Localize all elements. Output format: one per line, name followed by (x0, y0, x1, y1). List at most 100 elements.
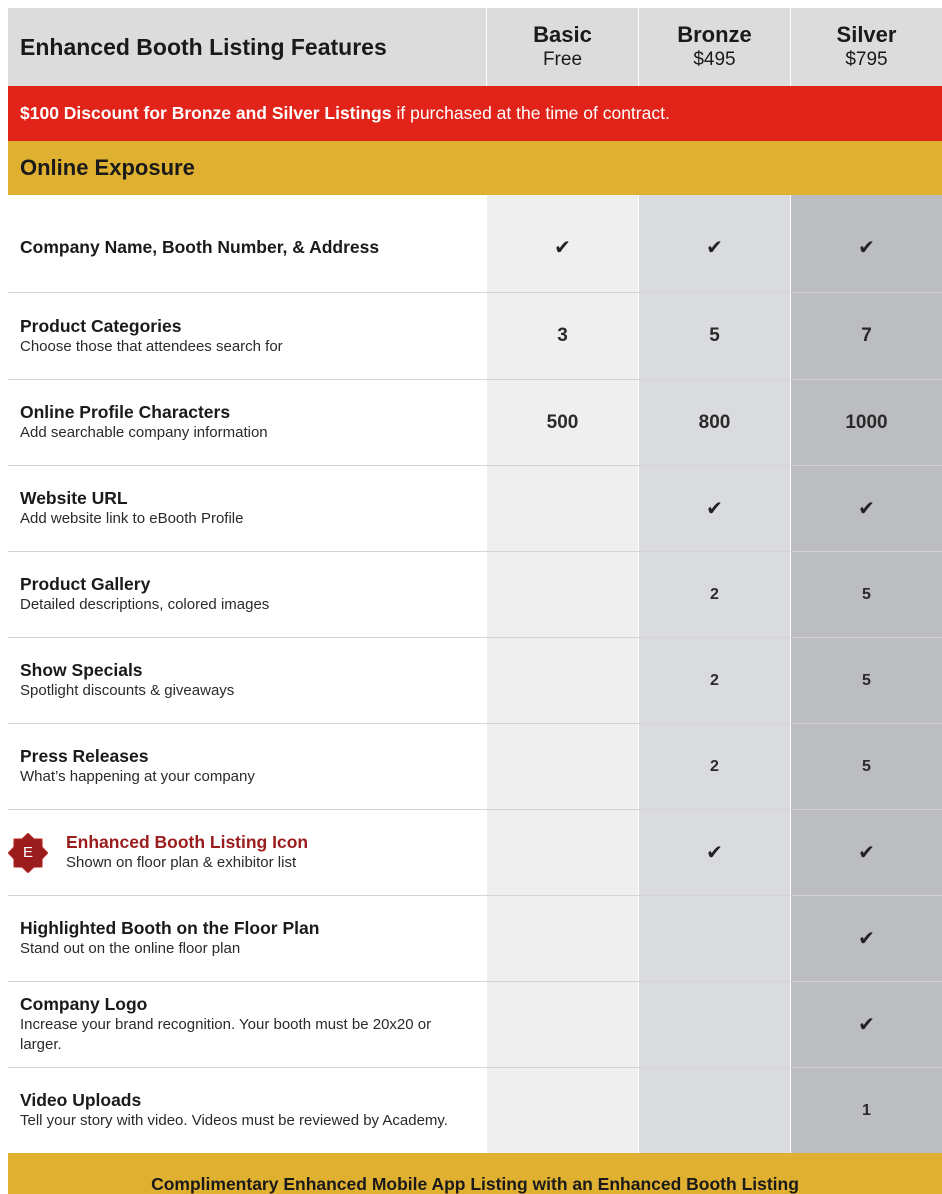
feature-description: Detailed descriptions, colored images (20, 596, 270, 613)
feature-description: Stand out on the online floor plan (20, 940, 241, 957)
feature-rows: Company Name, Booth Number, & Address ✔ ✔ ✔… (8, 195, 942, 1153)
cell-silver: 5 (790, 552, 942, 637)
cell-value: 1 (862, 1101, 871, 1119)
checkmark-icon: ✔ (858, 928, 875, 950)
tier-price: $495 (693, 49, 736, 70)
cell-bronze (638, 982, 790, 1067)
checkmark-icon: ✔ (706, 498, 723, 520)
feature-with-icon: E Enhanced Booth Listing Icon Shown on flo… (8, 832, 466, 873)
feature-description: What’s happening at your company (20, 768, 255, 785)
feature-row: Website URL Add website link to eBooth Pr… (8, 465, 942, 551)
checkmark-icon: ✔ (858, 842, 875, 864)
discount-banner-text: if purchased at the time of contract. (396, 103, 670, 123)
enhanced-badge-icon: E (8, 832, 48, 873)
feature-cell: Online Profile Characters Add searchable … (8, 380, 486, 465)
feature-name: Product Gallery (20, 574, 151, 594)
cell-value: 500 (546, 411, 579, 433)
spacer-cell (8, 195, 486, 203)
feature-description: Add searchable company information (20, 424, 268, 441)
spacer-row (8, 195, 942, 203)
discount-banner: $100 Discount for Bronze and Silver List… (8, 86, 942, 141)
cell-silver: 1 (790, 1068, 942, 1153)
feature-name: Company Name, Booth Number, & Address (20, 237, 380, 257)
cell-silver: 7 (790, 293, 942, 379)
cell-bronze: 5 (638, 293, 790, 379)
cell-value: 1000 (845, 411, 888, 433)
cell-value: 5 (709, 325, 720, 346)
feature-row: Product Gallery Detailed descriptions, co… (8, 551, 942, 637)
tier-name: Silver (836, 22, 897, 47)
cell-silver: ✔ (790, 896, 942, 981)
checkmark-icon: ✔ (554, 237, 571, 259)
tier-name: Basic (533, 22, 592, 47)
cell-basic (486, 552, 638, 637)
table-title: Enhanced Booth Listing Features (20, 33, 387, 60)
discount-banner-bold: $100 Discount for Bronze and Silver List… (20, 103, 392, 123)
feature-cell: Press Releases What’s happening at your c… (8, 724, 486, 809)
cell-bronze: 2 (638, 638, 790, 723)
cell-silver: ✔ (790, 466, 942, 551)
feature-cell: Website URL Add website link to eBooth Pr… (8, 466, 486, 551)
feature-cell: Show Specials Spotlight discounts & givea… (8, 638, 486, 723)
cell-value: 5 (862, 671, 871, 689)
spacer-cell (790, 195, 942, 203)
table-header: Enhanced Booth Listing Features Basic Fr… (8, 8, 942, 86)
cell-bronze (638, 1068, 790, 1153)
badge-letter: E (22, 844, 33, 861)
feature-text: Enhanced Booth Listing Icon Shown on floo… (66, 832, 308, 873)
tier-price: Free (542, 49, 583, 70)
cell-value: 800 (698, 411, 731, 433)
feature-row: Company Logo Increase your brand recognit… (8, 981, 942, 1067)
checkmark-icon: ✔ (858, 498, 875, 520)
tier-bronze-header: Bronze $495 (638, 8, 790, 86)
cell-bronze: ✔ (638, 810, 790, 895)
cell-silver: ✔ (790, 203, 942, 292)
checkmark-icon: ✔ (706, 842, 723, 864)
feature-row: Press Releases What’s happening at your c… (8, 723, 942, 809)
feature-name: Video Uploads (20, 1090, 142, 1110)
feature-cell: Product Categories Choose those that atte… (8, 293, 486, 379)
feature-row: Online Profile Characters Add searchable … (8, 379, 942, 465)
feature-row: E Enhanced Booth Listing Icon Shown on flo… (8, 809, 942, 895)
cell-silver: 5 (790, 638, 942, 723)
feature-description: Increase your brand recognition. Your bo… (20, 1016, 432, 1053)
spacer-cell (638, 195, 790, 203)
checkmark-icon: ✔ (858, 237, 875, 259)
cell-value: 2 (710, 671, 719, 689)
cell-value: 5 (862, 757, 871, 775)
cell-basic (486, 982, 638, 1067)
cell-basic (486, 638, 638, 723)
feature-description: Add website link to eBooth Profile (20, 510, 244, 527)
tier-silver-header: Silver $795 (790, 8, 942, 86)
cell-silver: ✔ (790, 982, 942, 1067)
feature-row: Video Uploads Tell your story with video.… (8, 1067, 942, 1153)
feature-description: Spotlight discounts & giveaways (20, 682, 235, 699)
cell-basic: 500 (486, 380, 638, 465)
feature-name: Product Categories (20, 315, 182, 336)
cell-bronze: 800 (638, 380, 790, 465)
cell-bronze: 2 (638, 552, 790, 637)
feature-name: Company Logo (20, 994, 148, 1014)
feature-cell: E Enhanced Booth Listing Icon Shown on flo… (8, 810, 486, 895)
tier-basic-header: Basic Free (486, 8, 638, 86)
cell-value: 2 (710, 757, 719, 775)
cell-basic: ✔ (486, 203, 638, 292)
feature-name: Press Releases (20, 746, 149, 766)
cell-silver: ✔ (790, 810, 942, 895)
feature-description: Choose those that attendees search for (20, 337, 283, 355)
spacer-cell (486, 195, 638, 203)
footer-banner: Complimentary Enhanced Mobile App Listin… (8, 1153, 942, 1194)
cell-basic (486, 810, 638, 895)
cell-value: 2 (710, 585, 719, 603)
feature-row: Product Categories Choose those that atte… (8, 292, 942, 379)
feature-name: Website URL (20, 488, 128, 508)
feature-cell: Company Logo Increase your brand recognit… (8, 982, 486, 1067)
cell-bronze: ✔ (638, 203, 790, 292)
feature-cell: Video Uploads Tell your story with video.… (8, 1068, 486, 1153)
cell-basic (486, 466, 638, 551)
feature-name: Online Profile Characters (20, 402, 231, 422)
cell-value: 3 (557, 325, 568, 346)
cell-value: 7 (861, 325, 872, 346)
feature-name: Show Specials (20, 660, 143, 680)
cell-silver: 5 (790, 724, 942, 809)
